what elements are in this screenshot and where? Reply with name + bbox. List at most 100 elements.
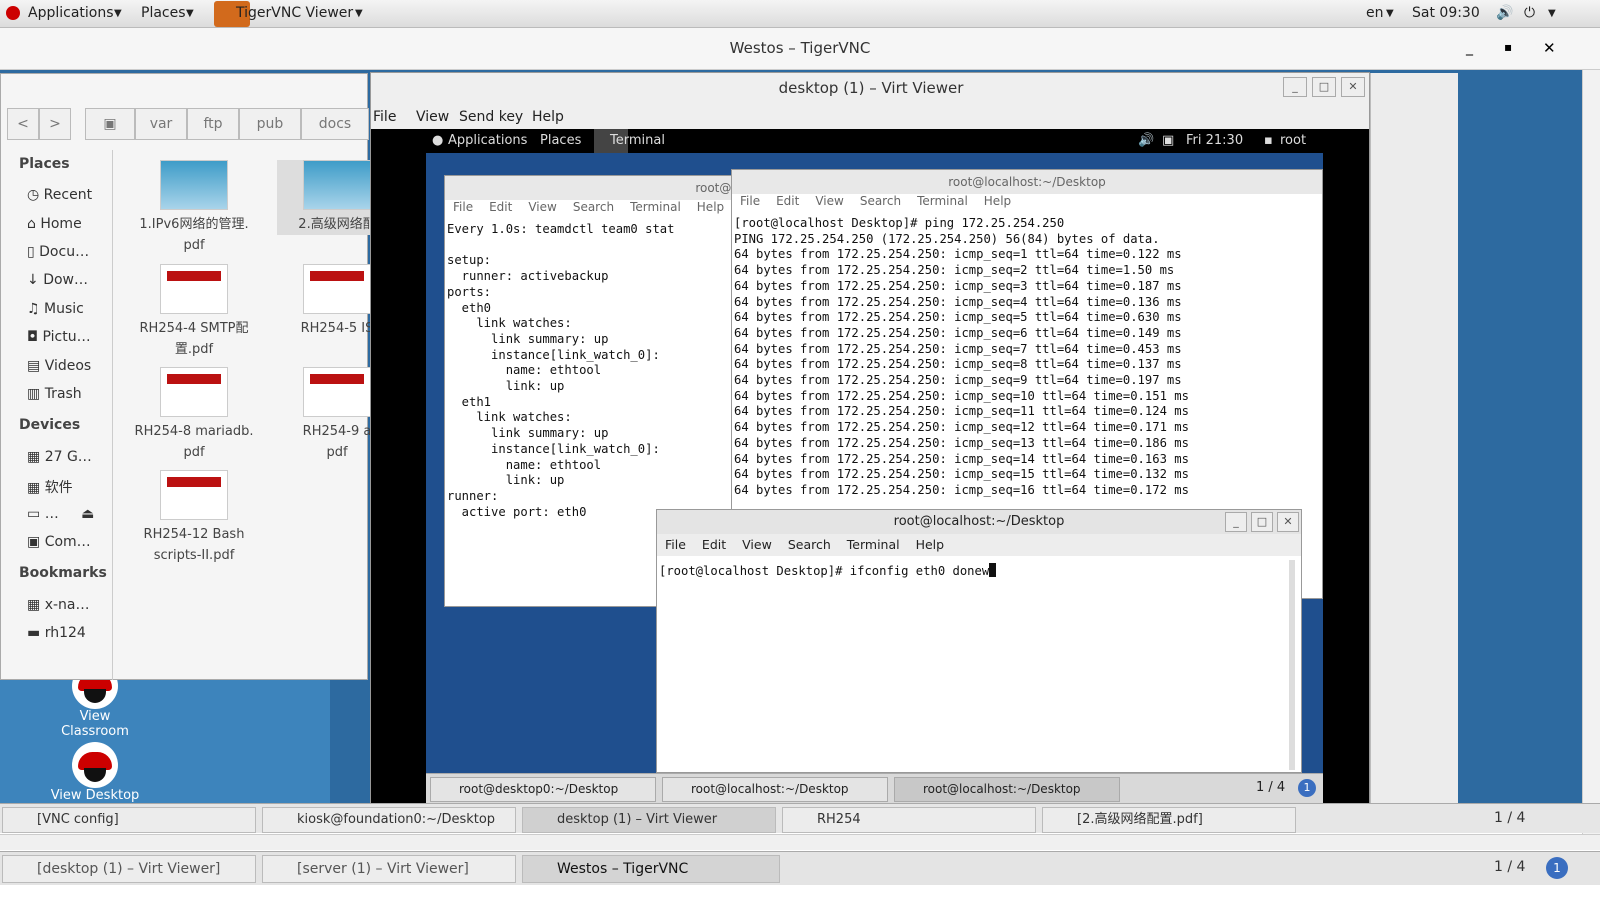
path-var[interactable]: var: [135, 108, 187, 140]
sidebar-bookmark-2[interactable]: ▬ rh124: [27, 625, 86, 641]
applications-menu[interactable]: Applications: [28, 5, 114, 21]
menu-file[interactable]: File: [665, 537, 686, 552]
menu-help[interactable]: Help: [916, 537, 945, 552]
file-item[interactable]: 1.IPv6网络的管理. pdf: [134, 160, 254, 256]
notification-badge[interactable]: 1: [1546, 857, 1568, 879]
volume-icon[interactable]: 🔊: [1138, 133, 1154, 148]
close-button[interactable]: ✕: [1543, 39, 1556, 57]
sidebar-item-documents[interactable]: ▯ Docu…: [27, 244, 89, 260]
menu-view[interactable]: View: [528, 200, 556, 214]
menu-send-key[interactable]: Send key: [459, 109, 523, 125]
file-item[interactable]: RH254-12 Bash scripts-II.pdf: [134, 470, 254, 566]
menu-view[interactable]: View: [815, 194, 843, 208]
guest-terminal-menu[interactable]: Terminal: [610, 133, 665, 148]
menu-file[interactable]: File: [373, 109, 396, 125]
user-icon[interactable]: ▪: [1264, 133, 1273, 148]
minimize-button[interactable]: _: [1283, 77, 1307, 97]
menu-terminal[interactable]: Terminal: [630, 200, 681, 214]
menu-terminal[interactable]: Terminal: [847, 537, 900, 552]
network-icon[interactable]: ▣: [1162, 133, 1174, 148]
sidebar-item-downloads[interactable]: ↓ Dow…: [27, 272, 88, 288]
menu-terminal[interactable]: Terminal: [917, 194, 968, 208]
minimize-button[interactable]: _: [1466, 40, 1473, 56]
taskbar-item-active[interactable]: Westos – TigerVNC: [522, 855, 780, 883]
forward-button[interactable]: >: [39, 108, 71, 140]
path-docs[interactable]: docs: [301, 108, 369, 140]
workspace-indicator[interactable]: 1 / 4: [1256, 780, 1285, 795]
horizontal-scrollbar[interactable]: [0, 834, 1600, 850]
menu-edit[interactable]: Edit: [702, 537, 726, 552]
sidebar-item-home[interactable]: ⌂ Home: [27, 216, 82, 232]
desktop-icon-desktop[interactable]: View Desktop: [50, 742, 140, 803]
sidebar-item-trash[interactable]: ▥ Trash: [27, 386, 82, 402]
workspace-indicator[interactable]: 1 / 4: [1494, 810, 1525, 826]
taskbar-item[interactable]: RH254: [782, 807, 1036, 833]
taskbar-item[interactable]: [VNC config]: [2, 807, 256, 833]
close-button[interactable]: ✕: [1277, 512, 1299, 532]
background-window[interactable]: [1370, 73, 1458, 813]
sidebar-item-music[interactable]: ♫ Music: [27, 301, 84, 317]
clock[interactable]: Sat 09:30: [1412, 5, 1480, 21]
maximize-button[interactable]: □: [1251, 512, 1273, 532]
path-pub[interactable]: pub: [239, 108, 301, 140]
menu-help[interactable]: Help: [984, 194, 1011, 208]
back-button[interactable]: <: [7, 108, 39, 140]
terminal-input-line[interactable]: [root@localhost Desktop]# ifconfig eth0 …: [657, 564, 989, 578]
taskbar-item-active[interactable]: root@localhost:~/Desktop: [894, 777, 1120, 802]
guest-clock[interactable]: Fri 21:30: [1186, 133, 1243, 148]
places-menu[interactable]: Places: [141, 5, 186, 21]
taskbar-label: desktop (1) – Virt Viewer: [557, 812, 718, 827]
taskbar-label: [server (1) – Virt Viewer]: [297, 861, 469, 877]
disk-icon[interactable]: ▣: [85, 108, 135, 140]
terminal-window-active[interactable]: root@localhost:~/Desktop _ □ ✕ File Edit V…: [656, 509, 1302, 773]
taskbar-item[interactable]: [2.高级网络配置.pdf]: [1042, 807, 1296, 833]
menu-view[interactable]: View: [416, 109, 449, 125]
menu-view[interactable]: View: [742, 537, 772, 552]
taskbar-item[interactable]: [server (1) – Virt Viewer]: [262, 855, 516, 883]
path-ftp[interactable]: ftp: [187, 108, 239, 140]
guest-desktop[interactable]: ● Applications Places Terminal 🔊 ▣ Fri 2…: [426, 129, 1323, 803]
taskbar-item[interactable]: root@localhost:~/Desktop: [662, 777, 888, 802]
active-app-menu[interactable]: TigerVNC Viewer: [236, 5, 353, 21]
menu-search[interactable]: Search: [788, 537, 831, 552]
menu-help[interactable]: Help: [697, 200, 724, 214]
notification-badge[interactable]: 1: [1298, 779, 1316, 797]
eject-icon[interactable]: ⏏: [81, 506, 94, 522]
language-indicator[interactable]: en: [1366, 5, 1384, 21]
taskbar-item[interactable]: [desktop (1) – Virt Viewer]: [2, 855, 256, 883]
taskbar-item-active[interactable]: desktop (1) – Virt Viewer: [522, 807, 776, 833]
file-item[interactable]: RH254-4 SMTP配 置.pdf: [134, 264, 254, 360]
close-button[interactable]: ✕: [1341, 77, 1365, 97]
sidebar-device-3[interactable]: ▭ … ⏏: [27, 506, 94, 522]
menu-file[interactable]: File: [453, 200, 473, 214]
workspace-indicator[interactable]: 1 / 4: [1494, 859, 1525, 875]
minimize-button[interactable]: _: [1225, 512, 1247, 532]
sidebar-device-1[interactable]: ▦ 27 G…: [27, 449, 92, 465]
maximize-button[interactable]: □: [1312, 77, 1336, 97]
file-item[interactable]: RH254-8 mariadb. pdf: [134, 367, 254, 463]
guest-user-menu[interactable]: root: [1280, 133, 1306, 148]
maximize-button[interactable]: ▪: [1504, 40, 1512, 54]
volume-icon[interactable]: 🔊: [1496, 5, 1513, 21]
menu-edit[interactable]: Edit: [776, 194, 799, 208]
menu-help[interactable]: Help: [532, 109, 564, 125]
vertical-scrollbar[interactable]: [1582, 70, 1600, 834]
sidebar-device-4[interactable]: ▣ Com…: [27, 534, 91, 550]
terminal-output: Every 1.0s: teamdctl team0 stat setup: r…: [447, 222, 675, 519]
taskbar-item[interactable]: kiosk@foundation0:~/Desktop: [262, 807, 516, 833]
sidebar-device-2[interactable]: ▦ 软件: [27, 477, 73, 497]
file-manager-window: < > ▣ var ftp pub docs Places ◷ Recent ⌂…: [0, 73, 397, 680]
menu-file[interactable]: File: [740, 194, 760, 208]
sidebar-item-pictures[interactable]: ◘ Pictu…: [27, 329, 91, 345]
sidebar-item-videos[interactable]: ▤ Videos: [27, 358, 91, 374]
menu-search[interactable]: Search: [573, 200, 614, 214]
sidebar-item-recent[interactable]: ◷ Recent: [27, 187, 92, 203]
menu-edit[interactable]: Edit: [489, 200, 512, 214]
scrollbar[interactable]: [1289, 560, 1295, 770]
guest-applications-menu[interactable]: Applications: [448, 133, 527, 148]
sidebar-bookmark-1[interactable]: ▦ x-na…: [27, 597, 89, 613]
power-icon[interactable]: ⏻: [1524, 5, 1535, 21]
menu-search[interactable]: Search: [860, 194, 901, 208]
taskbar-item[interactable]: root@desktop0:~/Desktop: [430, 777, 656, 802]
guest-places-menu[interactable]: Places: [540, 133, 581, 148]
